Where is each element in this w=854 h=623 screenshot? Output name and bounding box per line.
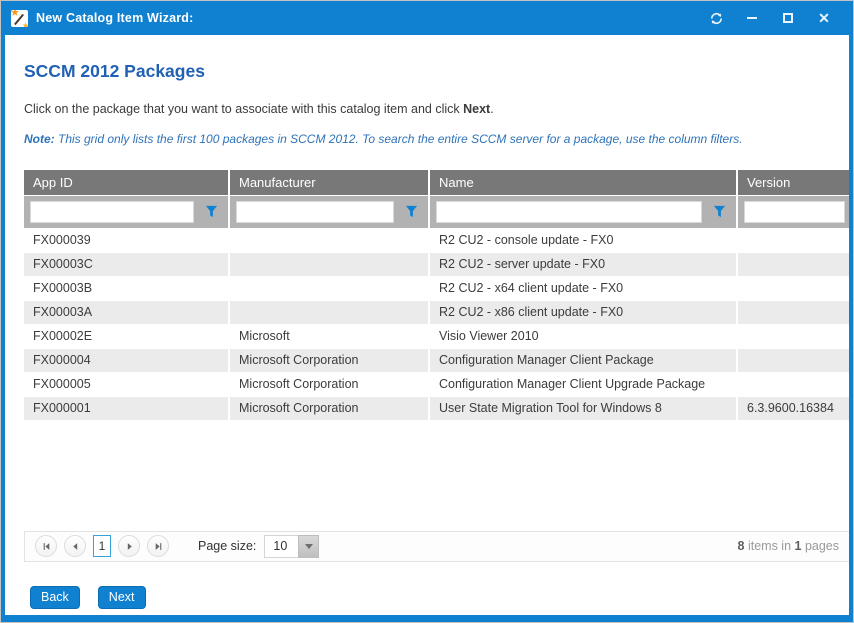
- cell-app-id: FX00002E: [24, 324, 229, 348]
- cell-manufacturer: Microsoft Corporation: [229, 372, 429, 396]
- wizard-wand-icon: ★ ★: [11, 10, 28, 27]
- pager-last-button[interactable]: [147, 535, 169, 557]
- column-header-version[interactable]: Version: [737, 170, 849, 195]
- minimize-icon[interactable]: [741, 7, 763, 29]
- cell-name: Visio Viewer 2010: [429, 324, 737, 348]
- refresh-icon[interactable]: [705, 7, 727, 29]
- cell-version: [737, 252, 849, 276]
- filter-input-app-id[interactable]: [30, 201, 194, 223]
- cell-manufacturer: Microsoft: [229, 324, 429, 348]
- cell-version: [737, 276, 849, 300]
- cell-app-id: FX00003C: [24, 252, 229, 276]
- cell-name: R2 CU2 - x64 client update - FX0: [429, 276, 737, 300]
- cell-manufacturer: Microsoft Corporation: [229, 348, 429, 372]
- cell-manufacturer: [229, 252, 429, 276]
- grid-header-row: App ID Manufacturer Name Version: [24, 170, 849, 195]
- table-row[interactable]: FX000004Microsoft CorporationConfigurati…: [24, 348, 849, 372]
- cell-app-id: FX000004: [24, 348, 229, 372]
- table-row[interactable]: FX00003C R2 CU2 - server update - FX0: [24, 252, 849, 276]
- cell-version: [737, 372, 849, 396]
- window-title: New Catalog Item Wizard:: [36, 11, 194, 25]
- cell-name: Configuration Manager Client Upgrade Pac…: [429, 372, 737, 396]
- cell-app-id: FX00003B: [24, 276, 229, 300]
- window-controls: ✕: [705, 7, 849, 29]
- cell-name: R2 CU2 - console update - FX0: [429, 228, 737, 252]
- cell-version: [737, 300, 849, 324]
- column-header-name[interactable]: Name: [429, 170, 737, 195]
- table-row[interactable]: FX000005Microsoft CorporationConfigurati…: [24, 372, 849, 396]
- table-row[interactable]: FX00003A R2 CU2 - x86 client update - FX0: [24, 300, 849, 324]
- page-size-value: 10: [264, 535, 298, 558]
- items-summary: 8 items in 1 pages: [738, 539, 839, 553]
- filter-funnel-icon-app-id[interactable]: [200, 201, 222, 223]
- cell-manufacturer: Microsoft Corporation: [229, 396, 429, 420]
- page-size-label: Page size:: [198, 539, 256, 553]
- table-row[interactable]: FX000001Microsoft CorporationUser State …: [24, 396, 849, 420]
- page-size-dropdown[interactable]: 10: [264, 535, 319, 558]
- cell-name: Configuration Manager Client Package: [429, 348, 737, 372]
- instruction-text: Click on the package that you want to as…: [24, 102, 849, 116]
- filter-input-manufacturer[interactable]: [236, 201, 394, 223]
- note-text: Note: This grid only lists the first 100…: [24, 132, 849, 146]
- cell-app-id: FX000001: [24, 396, 229, 420]
- table-row[interactable]: FX00003B R2 CU2 - x64 client update - FX0: [24, 276, 849, 300]
- cell-manufacturer: [229, 300, 429, 324]
- grid-pager: 1 Page size: 10 8 items in 1 pages: [24, 531, 849, 562]
- pager-first-button[interactable]: [35, 535, 57, 557]
- table-row[interactable]: FX00002EMicrosoftVisio Viewer 2010: [24, 324, 849, 348]
- wizard-window: ★ ★ New Catalog Item Wizard: ✕ SCCM 2012…: [0, 0, 854, 623]
- cell-name: R2 CU2 - x86 client update - FX0: [429, 300, 737, 324]
- table-row[interactable]: FX000039 R2 CU2 - console update - FX0: [24, 228, 849, 252]
- title-bar: ★ ★ New Catalog Item Wizard: ✕: [5, 1, 849, 35]
- cell-manufacturer: [229, 228, 429, 252]
- maximize-icon[interactable]: [777, 7, 799, 29]
- pager-page-number[interactable]: 1: [93, 535, 111, 557]
- cell-version: [737, 228, 849, 252]
- cell-manufacturer: [229, 276, 429, 300]
- grid-body: FX000039R2 CU2 - console update - FX0FX0…: [24, 228, 849, 420]
- cell-app-id: FX00003A: [24, 300, 229, 324]
- packages-grid: App ID Manufacturer Name Version: [24, 170, 849, 421]
- close-icon[interactable]: ✕: [813, 7, 835, 29]
- cell-version: 6.3.9600.16384: [737, 396, 849, 420]
- cell-version: [737, 324, 849, 348]
- column-header-manufacturer[interactable]: Manufacturer: [229, 170, 429, 195]
- chevron-down-icon[interactable]: [298, 535, 319, 558]
- filter-input-name[interactable]: [436, 201, 702, 223]
- filter-input-version[interactable]: [744, 201, 845, 223]
- grid-filter-row: [24, 195, 849, 228]
- column-header-app-id[interactable]: App ID: [24, 170, 229, 195]
- back-button[interactable]: Back: [30, 586, 80, 609]
- cell-name: User State Migration Tool for Windows 8: [429, 396, 737, 420]
- filter-funnel-icon-name[interactable]: [708, 201, 730, 223]
- page-title: SCCM 2012 Packages: [24, 61, 849, 82]
- filter-funnel-icon-manufacturer[interactable]: [400, 201, 422, 223]
- cell-name: R2 CU2 - server update - FX0: [429, 252, 737, 276]
- cell-version: [737, 348, 849, 372]
- grid-empty-area: [24, 421, 849, 531]
- pager-next-button[interactable]: [118, 535, 140, 557]
- pager-previous-button[interactable]: [64, 535, 86, 557]
- next-button[interactable]: Next: [98, 586, 146, 609]
- cell-app-id: FX000005: [24, 372, 229, 396]
- cell-app-id: FX000039: [24, 228, 229, 252]
- wizard-content: SCCM 2012 Packages Click on the package …: [5, 35, 849, 615]
- wizard-footer: Back Next: [30, 586, 849, 609]
